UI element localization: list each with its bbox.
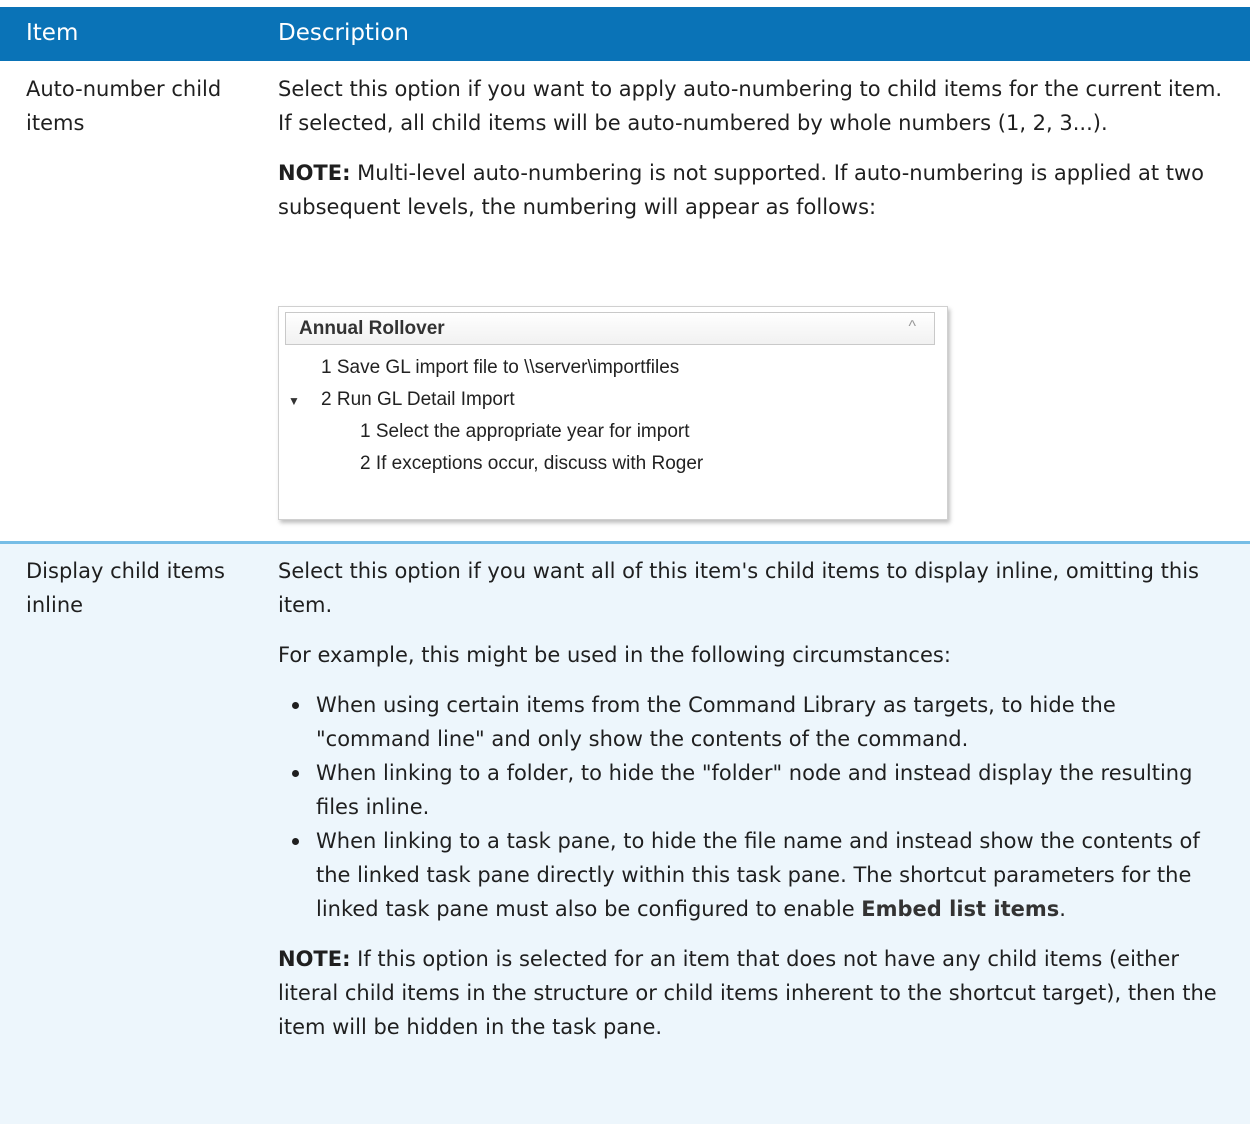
list-item: 1 Save GL import file to \\server\import… bbox=[321, 357, 680, 378]
description-text: Select this option if you want all of th… bbox=[278, 559, 1199, 617]
description-cell: Select this option if you want all of th… bbox=[278, 554, 1223, 1044]
bullet-text-end: . bbox=[1059, 897, 1066, 921]
list-item: When using certain items from the Comman… bbox=[292, 688, 1223, 756]
note-text: If this option is selected for an item t… bbox=[278, 947, 1217, 1039]
header-item: Item bbox=[26, 20, 79, 46]
list-item: 1 Select the appropriate year for import bbox=[360, 421, 690, 442]
document-page: Item Description Auto-number child items… bbox=[0, 0, 1250, 1124]
table-header: Item Description bbox=[0, 7, 1250, 61]
screenshot-header: Annual Rollover ^ bbox=[285, 312, 935, 345]
bullet-text: When using certain items from the Comman… bbox=[316, 693, 1116, 751]
bullet-list: When using certain items from the Comman… bbox=[278, 688, 1223, 926]
description-text: Select this option if you want to apply … bbox=[278, 77, 1223, 135]
table-row: Display child items inline Select this o… bbox=[0, 541, 1250, 1124]
bullet-text: When linking to a folder, to hide the "f… bbox=[316, 761, 1193, 819]
embedded-screenshot: Annual Rollover ^ 1 Save GL import file … bbox=[278, 306, 948, 520]
bullet-icon bbox=[292, 838, 299, 845]
bullet-icon bbox=[292, 702, 299, 709]
note-label: NOTE: bbox=[278, 161, 351, 185]
bullet-icon bbox=[292, 770, 299, 777]
list-item: 2 If exceptions occur, discuss with Roge… bbox=[360, 453, 704, 474]
list-item: When linking to a task pane, to hide the… bbox=[292, 824, 1223, 926]
note-label: NOTE: bbox=[278, 947, 351, 971]
expand-triangle-icon: ▼ bbox=[288, 394, 300, 408]
header-description: Description bbox=[278, 20, 409, 46]
note-paragraph: NOTE: Multi-level auto-numbering is not … bbox=[278, 156, 1223, 224]
bullet-text: When linking to a task pane, to hide the… bbox=[316, 829, 1200, 921]
screenshot-title: Annual Rollover bbox=[299, 318, 445, 339]
item-name: Auto-number child items bbox=[26, 77, 222, 135]
example-intro: For example, this might be used in the f… bbox=[278, 643, 951, 667]
list-item: 2 Run GL Detail Import bbox=[321, 389, 515, 410]
note-paragraph: NOTE: If this option is selected for an … bbox=[278, 942, 1223, 1044]
chevron-up-icon: ^ bbox=[908, 318, 916, 335]
item-name: Display child items inline bbox=[26, 559, 225, 617]
table-row: Auto-number child items Select this opti… bbox=[0, 61, 1250, 541]
embed-list-items-label: Embed list items bbox=[861, 897, 1060, 921]
description-cell: Select this option if you want to apply … bbox=[278, 72, 1223, 224]
list-item: When linking to a folder, to hide the "f… bbox=[292, 756, 1223, 824]
note-text: Multi-level auto-numbering is not suppor… bbox=[278, 161, 1204, 219]
